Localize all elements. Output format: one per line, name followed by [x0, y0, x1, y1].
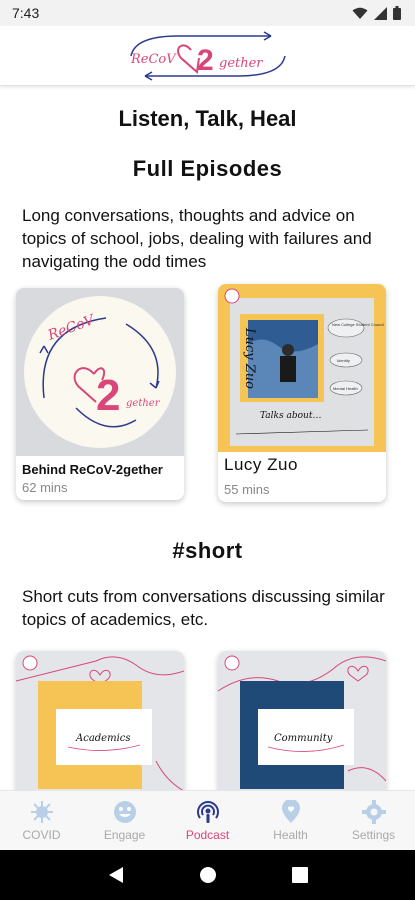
- nav-item-engage[interactable]: Engage: [83, 791, 166, 850]
- episode-artwork: Lucy Zuo New College Student Council Ide…: [218, 284, 386, 452]
- episode-card[interactable]: Lucy Zuo New College Student Council Ide…: [218, 284, 386, 502]
- recov2gether-logo: ReCoV 2 gether: [130, 30, 286, 81]
- art-caption: Talks about…: [260, 411, 321, 421]
- content-scroll[interactable]: Listen, Talk, Heal Full Episodes Long co…: [0, 86, 415, 790]
- logo-text-right: gether: [219, 56, 263, 71]
- nav-label-covid: COVID: [22, 827, 61, 842]
- health-icon: [281, 799, 300, 823]
- full-episodes-heading: Full Episodes: [132, 156, 283, 181]
- back-icon[interactable]: [107, 866, 125, 884]
- nav-label-engage: Engage: [103, 827, 146, 842]
- episode-duration: 62 mins: [22, 480, 68, 495]
- short-card-label: Community: [274, 733, 333, 744]
- signal-icon: [374, 6, 387, 20]
- art-bubble-3: Mental Health: [333, 386, 358, 391]
- wifi-icon: [352, 7, 368, 19]
- recents-icon[interactable]: [291, 867, 308, 883]
- episode-artwork: ReCoV 2 gether: [16, 288, 184, 456]
- virus-icon: [30, 800, 53, 823]
- emoji-icon: [113, 800, 136, 823]
- nav-label-settings: Settings: [351, 827, 396, 842]
- home-icon[interactable]: [199, 866, 217, 884]
- short-card-label: Academics: [75, 733, 131, 744]
- page-title: Listen, Talk, Heal: [118, 106, 297, 131]
- nav-item-health[interactable]: Health: [249, 791, 332, 850]
- short-heading: #short: [172, 538, 243, 563]
- short-card[interactable]: Academics: [16, 651, 184, 790]
- bottom-navigation: COVID Engage Podcast Health Settings: [0, 790, 415, 850]
- battery-icon: [393, 6, 401, 20]
- short-artwork: Community: [218, 651, 386, 790]
- podcast-icon: [196, 800, 219, 823]
- nav-item-covid[interactable]: COVID: [0, 791, 83, 850]
- status-icons: [352, 6, 401, 20]
- system-nav-bar: [0, 850, 415, 900]
- status-time: 7:43: [12, 5, 40, 21]
- episode-title: Lucy Zuo: [224, 455, 298, 474]
- nav-label-podcast: Podcast: [185, 827, 230, 842]
- logo-text-left: ReCoV: [130, 52, 177, 67]
- episode-title: Behind ReCoV-2gether: [22, 462, 163, 477]
- art-bubble-1: New College Student Council: [332, 322, 384, 327]
- art-name: Lucy Zuo: [242, 327, 257, 389]
- episode-duration: 55 mins: [224, 482, 270, 497]
- nav-label-health: Health: [273, 827, 308, 842]
- full-episodes-description: Long conversations, thoughts and advice …: [22, 206, 372, 271]
- status-bar: 7:43: [0, 0, 415, 26]
- short-description: Short cuts from conversations discussing…: [22, 587, 385, 629]
- art-text-right: gether: [126, 398, 161, 409]
- nav-item-podcast[interactable]: Podcast: [166, 791, 249, 850]
- logo-number: 2: [197, 44, 214, 77]
- short-card[interactable]: Community: [218, 651, 386, 790]
- episode-card[interactable]: ReCoV 2 gether Behind ReCoV-2gether 62 m…: [16, 288, 184, 500]
- art-number: 2: [96, 371, 120, 420]
- short-artwork: Academics: [16, 651, 184, 790]
- app-header: ReCoV 2 gether: [0, 26, 415, 86]
- nav-item-settings[interactable]: Settings: [332, 791, 415, 850]
- gear-icon: [361, 799, 386, 824]
- art-bubble-2: Identity: [337, 358, 350, 363]
